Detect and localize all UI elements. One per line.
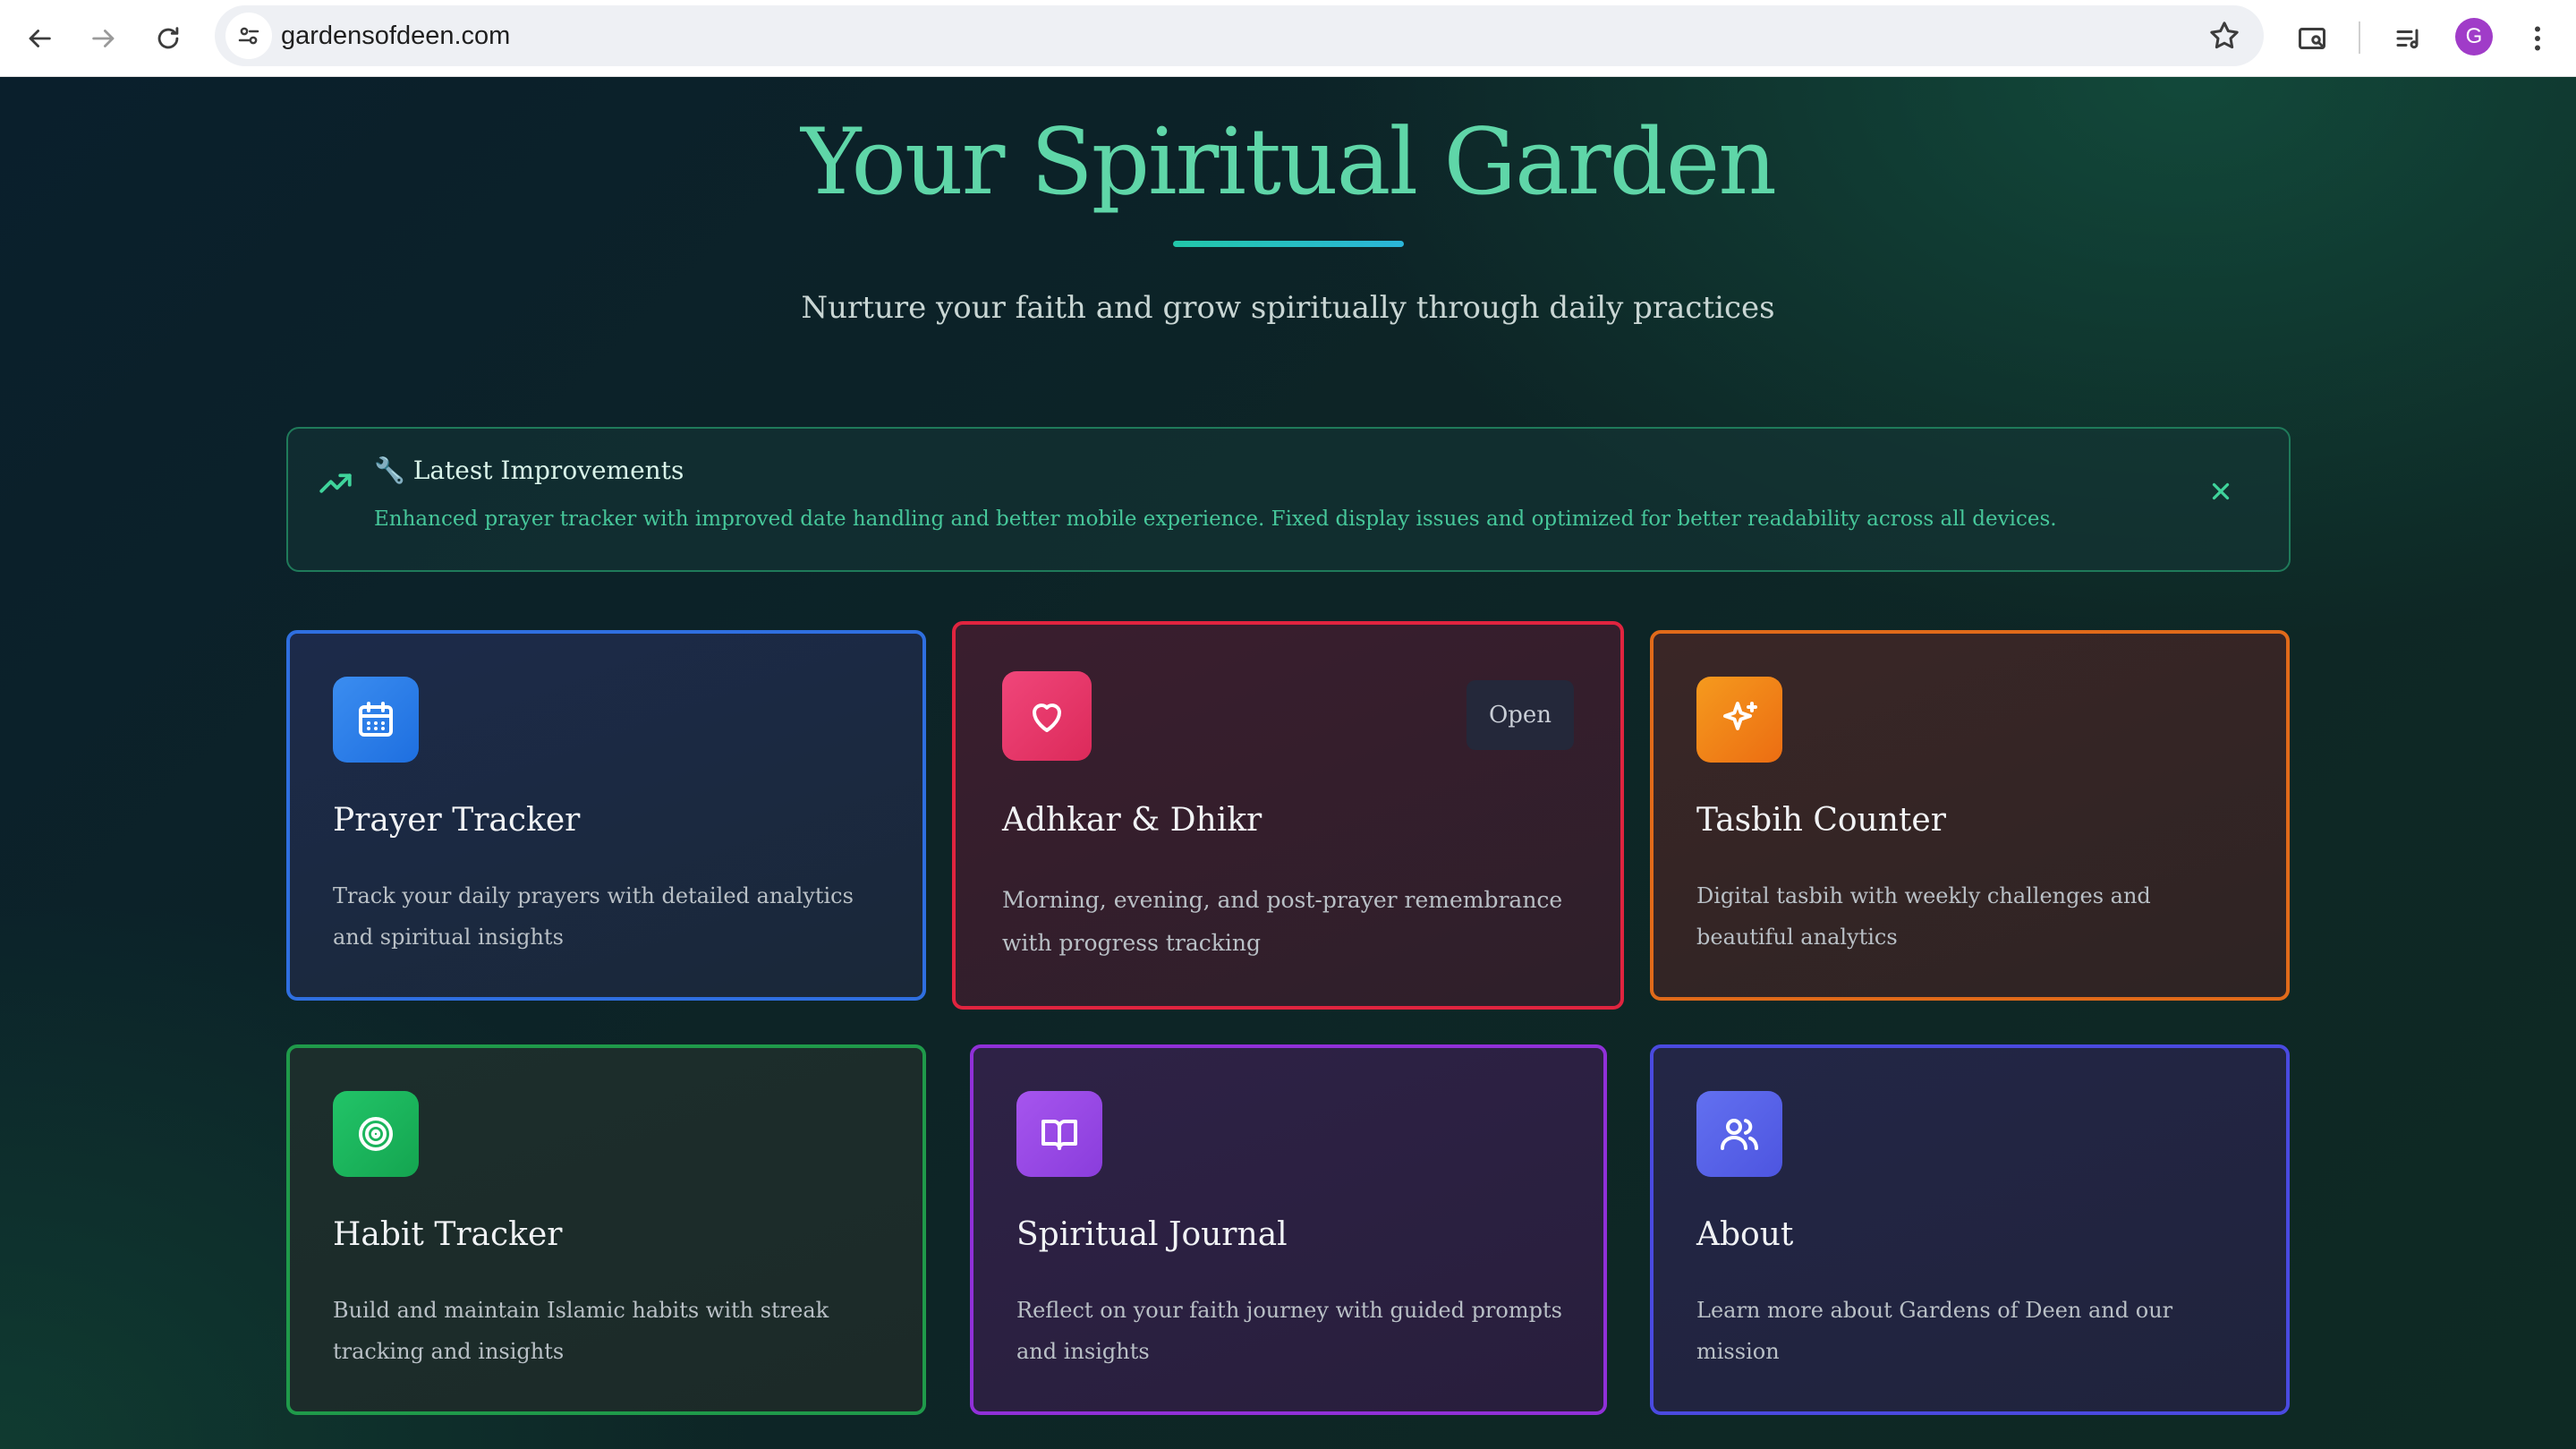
close-icon: [2212, 482, 2230, 500]
card-spiritual-journal[interactable]: Spiritual Journal Reflect on your faith …: [970, 1044, 1607, 1415]
improvements-notice: 🔧 Latest Improvements Enhanced prayer tr…: [286, 427, 2291, 572]
title-underline: [1173, 241, 1404, 247]
notice-title: 🔧 Latest Improvements: [374, 456, 684, 485]
back-button[interactable]: [16, 15, 63, 62]
users-icon: [1696, 1091, 1782, 1177]
close-notice-button[interactable]: [2205, 475, 2237, 507]
card-description: Morning, evening, and post-prayer rememb…: [1002, 887, 1563, 956]
card-habit-tracker[interactable]: Habit Tracker Build and maintain Islamic…: [286, 1044, 926, 1415]
card-title: Spiritual Journal: [1016, 1216, 1288, 1253]
book-open-icon: [1016, 1091, 1102, 1177]
card-description: Digital tasbih with weekly challenges an…: [1696, 883, 2151, 950]
card-title: Adhkar & Dhikr: [1002, 802, 1262, 839]
card-about[interactable]: About Learn more about Gardens of Deen a…: [1650, 1044, 2290, 1415]
playlist-icon: [2396, 29, 2419, 49]
sparkles-icon: [1696, 677, 1782, 763]
card-prayer-tracker[interactable]: Prayer Tracker Track your daily prayers …: [286, 630, 926, 1001]
card-description: Reflect on your faith journey with guide…: [1016, 1298, 1562, 1364]
card-description: Track your daily prayers with detailed a…: [333, 883, 854, 950]
heart-icon: [1002, 671, 1092, 761]
card-title: Habit Tracker: [333, 1216, 563, 1253]
card-title: Prayer Tracker: [333, 802, 581, 839]
card-description: Build and maintain Islamic habits with s…: [333, 1298, 829, 1364]
toolbar-divider: [2359, 21, 2360, 54]
card-title: Tasbih Counter: [1696, 802, 1946, 839]
search-tab-icon: [2299, 28, 2325, 49]
media-button[interactable]: [2387, 17, 2430, 60]
profile-avatar[interactable]: G: [2455, 18, 2493, 55]
bookmark-star-icon[interactable]: [2206, 18, 2242, 54]
target-icon: [333, 1091, 419, 1177]
page-title: Your Spiritual Garden: [801, 109, 1777, 216]
url-text[interactable]: gardensofdeen.com: [281, 5, 510, 66]
tune-icon: [238, 27, 259, 45]
reload-button[interactable]: [145, 15, 191, 62]
calendar-icon: [333, 677, 419, 763]
card-tasbih-counter[interactable]: Tasbih Counter Digital tasbih with weekl…: [1650, 630, 2290, 1001]
card-adhkar-dhikr[interactable]: Open Adhkar & Dhikr Morning, evening, an…: [952, 621, 1624, 1010]
lens-button[interactable]: [2291, 17, 2334, 60]
page-subtitle: Nurture your faith and grow spiritually …: [801, 290, 1775, 326]
arrow-right-icon: [92, 30, 115, 47]
page: Your Spiritual Garden Nurture your faith…: [0, 77, 2576, 1449]
browser-toolbar: gardensofdeen.com G: [0, 0, 2576, 77]
open-button[interactable]: Open: [1467, 680, 1574, 750]
forward-button[interactable]: [81, 15, 127, 62]
site-info-button[interactable]: [225, 13, 272, 59]
more-vertical-icon: [2535, 26, 2540, 51]
address-bar[interactable]: gardensofdeen.com: [215, 5, 2264, 66]
arrow-left-icon: [29, 30, 51, 47]
reload-icon: [157, 27, 179, 49]
browser-menu-button[interactable]: [2516, 17, 2559, 60]
card-title: About: [1696, 1216, 1794, 1253]
notice-text: Enhanced prayer tracker with improved da…: [374, 507, 2057, 531]
card-description: Learn more about Gardens of Deen and our…: [1696, 1298, 2173, 1364]
trending-up-icon: [319, 473, 352, 493]
